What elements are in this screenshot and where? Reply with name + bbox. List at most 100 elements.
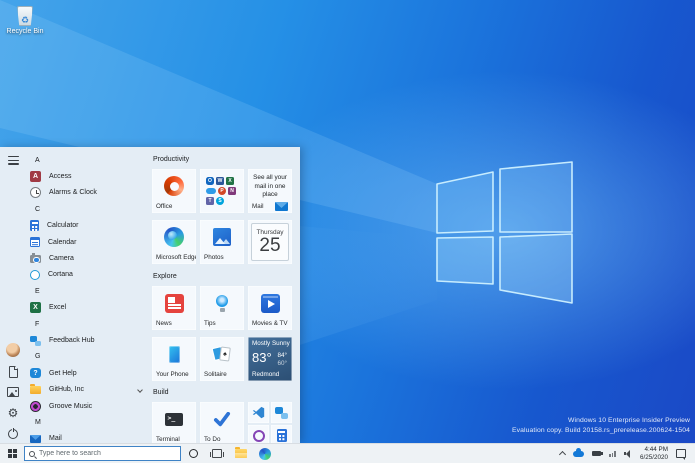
start-menu: A Access Alarms & Clock C Calculator Cal… — [0, 147, 300, 443]
tile-vscode[interactable] — [248, 402, 269, 423]
battery-tray-button[interactable] — [592, 451, 603, 456]
app-list-section-a[interactable]: A — [27, 152, 151, 168]
camera-icon — [30, 253, 41, 264]
tile-to-do[interactable]: To Do — [200, 402, 244, 443]
app-list-section-e[interactable]: E — [27, 283, 151, 299]
edge-icon — [164, 227, 184, 247]
github-desktop-icon — [252, 429, 265, 442]
app-list-item-mail[interactable]: Mail — [27, 431, 151, 443]
get-help-icon — [30, 368, 41, 379]
mail-icon — [30, 434, 41, 443]
windows-logo-wallpaper — [436, 161, 573, 304]
calendar-icon — [30, 237, 40, 248]
user-account-avatar[interactable] — [6, 343, 20, 357]
app-list-section-c[interactable]: C — [27, 201, 151, 217]
tile-news[interactable]: News — [152, 286, 196, 330]
tile-group-title-productivity[interactable]: Productivity — [153, 156, 189, 163]
app-list-item-alarms-clock[interactable]: Alarms & Clock — [27, 185, 151, 201]
recycle-symbol-icon — [18, 10, 32, 26]
onedrive-cloud-icon — [573, 447, 585, 457]
your-phone-icon — [168, 345, 180, 363]
app-list-item-excel[interactable]: Excel — [27, 300, 151, 316]
start-menu-rail — [0, 147, 26, 443]
start-button[interactable] — [0, 444, 24, 463]
weather-low: 60° — [277, 360, 287, 367]
app-list-item-cortana[interactable]: Cortana — [27, 267, 151, 283]
system-tray: 4:44 PM 6/25/2020 — [552, 444, 695, 463]
tile-solitaire[interactable]: Solitaire — [200, 337, 244, 381]
app-list-item-calculator[interactable]: Calculator — [27, 218, 151, 234]
task-view-icon — [210, 449, 224, 458]
tile-group-title-explore[interactable]: Explore — [153, 273, 177, 280]
weather-condition: Mostly Sunny — [252, 340, 290, 347]
app-list-item-access[interactable]: Access — [27, 168, 151, 184]
app-list-item-github-folder[interactable]: GitHub, Inc — [27, 381, 151, 397]
tile-mail-live[interactable]: See all your mail in one place Mail — [248, 169, 292, 213]
tile-weather-live[interactable]: Mostly Sunny 83° 84° 60° Redmond — [248, 337, 292, 381]
alarms-clock-icon — [30, 187, 41, 199]
taskbar-clock[interactable]: 4:44 PM 6/25/2020 — [640, 446, 668, 461]
app-list-item-camera[interactable]: Camera — [27, 250, 151, 266]
microsoft365-apps-icons — [206, 177, 238, 205]
recycle-bin-label: Recycle Bin — [6, 28, 44, 35]
cortana-button[interactable] — [181, 444, 205, 463]
feedback-hub-icon — [30, 335, 41, 346]
action-center-icon — [676, 449, 686, 461]
task-view-button[interactable] — [205, 444, 229, 463]
tile-calendar-live[interactable]: Thursday 25 — [248, 220, 292, 264]
tile-microsoft365-apps[interactable] — [200, 169, 244, 213]
app-list-section-m[interactable]: M — [27, 414, 151, 430]
office-icon — [164, 176, 184, 196]
app-list-section-f[interactable]: F — [27, 316, 151, 332]
tile-calculator[interactable] — [271, 425, 292, 443]
tile-office[interactable]: Office — [152, 169, 196, 213]
mail-envelope-icon — [275, 202, 288, 211]
app-list-section-g[interactable]: G — [27, 349, 151, 365]
power-icon[interactable] — [8, 427, 18, 439]
todo-check-icon — [213, 411, 231, 426]
settings-gear-icon[interactable] — [6, 406, 20, 420]
onedrive-icon — [206, 188, 216, 194]
taskbar: 4:44 PM 6/25/2020 — [0, 443, 695, 463]
action-center-button[interactable] — [676, 449, 693, 461]
tile-group-title-build[interactable]: Build — [153, 389, 169, 396]
tile-microsoft-edge[interactable]: Microsoft Edge — [152, 220, 196, 264]
tile-terminal[interactable]: Terminal — [152, 402, 196, 443]
show-hidden-icons-button[interactable] — [559, 450, 567, 459]
news-icon — [164, 293, 184, 313]
movies-tv-icon — [260, 293, 280, 313]
app-list: A Access Alarms & Clock C Calculator Cal… — [27, 152, 151, 443]
app-list-item-groove-music[interactable]: Groove Music — [27, 398, 151, 414]
recycle-bin-shortcut[interactable]: Recycle Bin — [6, 6, 44, 35]
excel-icon — [226, 177, 234, 185]
edge-icon — [259, 447, 271, 460]
weather-temperature: 83° — [252, 350, 272, 365]
chevron-up-icon — [559, 450, 567, 459]
tile-feedback-hub[interactable] — [271, 402, 292, 423]
app-list-item-feedback-hub[interactable]: Feedback Hub — [27, 332, 151, 348]
recycle-bin-icon — [17, 6, 33, 26]
tile-tips[interactable]: Tips — [200, 286, 244, 330]
word-icon — [216, 177, 224, 185]
app-list-item-calendar[interactable]: Calendar — [27, 234, 151, 250]
calendar-live-tile: Thursday 25 — [251, 223, 289, 261]
network-tray-button[interactable] — [609, 450, 616, 457]
tile-movies-tv[interactable]: Movies & TV — [248, 286, 292, 330]
tile-github-desktop[interactable] — [248, 425, 269, 443]
small-tile-group — [248, 402, 292, 443]
app-list-item-get-help[interactable]: Get Help — [27, 365, 151, 381]
pictures-icon[interactable] — [7, 387, 19, 397]
edge-taskbar-button[interactable] — [253, 444, 277, 463]
documents-icon[interactable] — [8, 365, 18, 378]
volume-tray-button[interactable] — [623, 449, 632, 458]
hamburger-menu-icon[interactable] — [8, 156, 19, 165]
watermark-line2: Evaluation copy. Build 20158.rs_prerelea… — [512, 427, 690, 434]
onedrive-tray-button[interactable] — [573, 447, 585, 457]
search-input[interactable] — [39, 450, 176, 457]
tile-your-phone[interactable]: Your Phone — [152, 337, 196, 381]
photos-icon — [213, 228, 231, 246]
tile-photos[interactable]: Photos — [200, 220, 244, 264]
onenote-icon — [228, 187, 236, 195]
file-explorer-button[interactable] — [229, 444, 253, 463]
taskbar-search-box[interactable] — [24, 446, 181, 461]
